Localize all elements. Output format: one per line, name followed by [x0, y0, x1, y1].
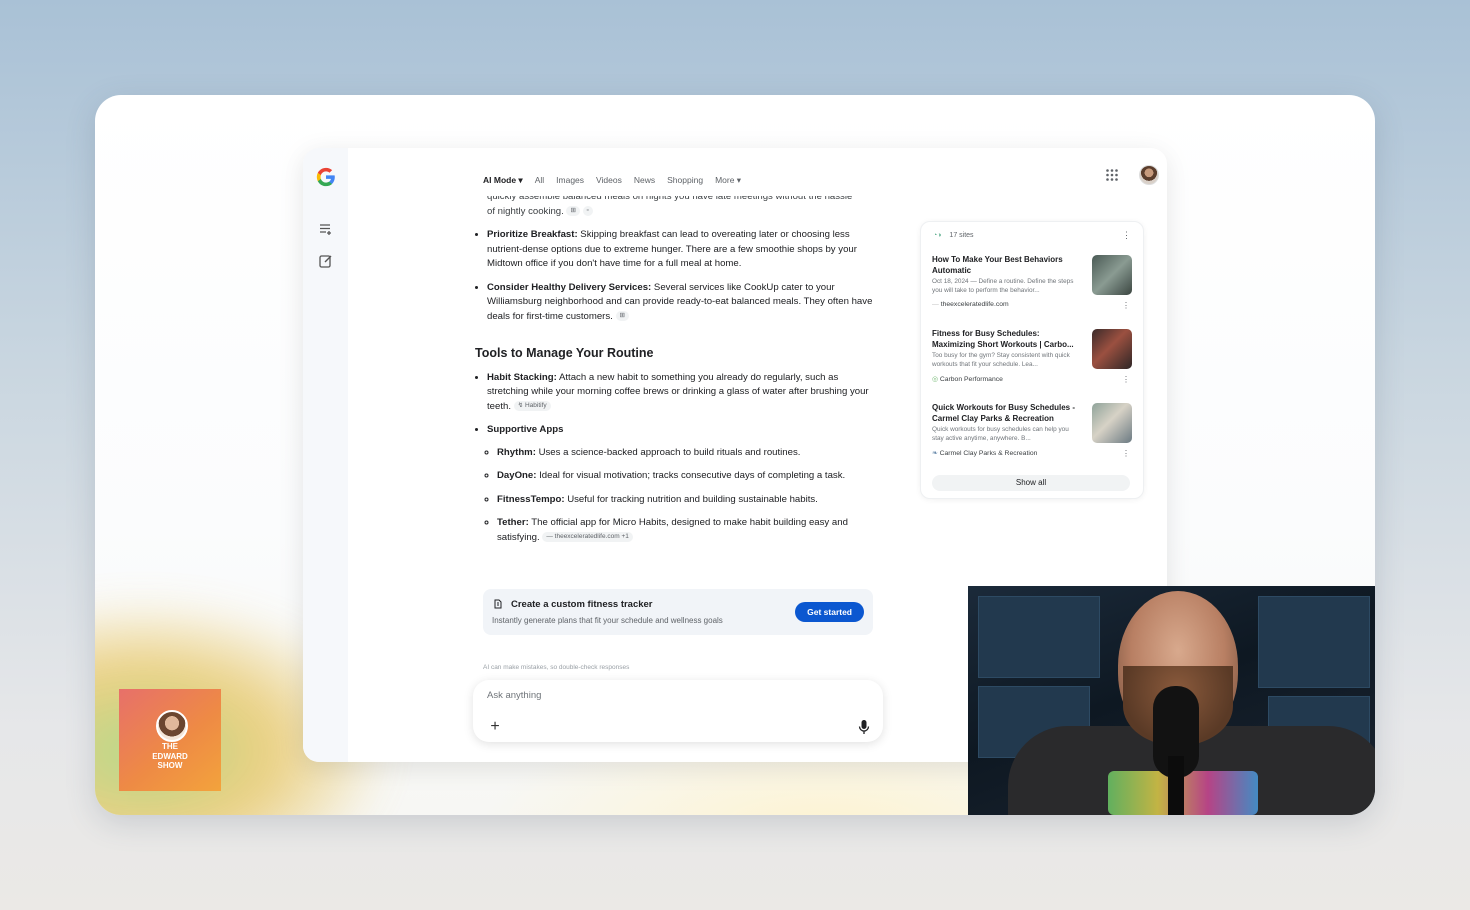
more-options-icon[interactable]: ⋮ [1122, 449, 1130, 458]
google-logo-icon[interactable] [315, 166, 337, 188]
app-item-rhythm: Rhythm: Uses a science-backed approach t… [497, 446, 875, 461]
show-all-button[interactable]: Show all [932, 475, 1130, 491]
tab-videos[interactable]: Videos [596, 175, 622, 185]
tab-all[interactable]: All [535, 175, 544, 185]
history-list-icon[interactable] [318, 221, 334, 237]
webcam-overlay [968, 586, 1375, 815]
list-item: Consider Healthy Delivery Services: Seve… [487, 281, 875, 325]
show-logo-badge: THE EDWARD SHOW [119, 689, 221, 791]
app-item-tether: Tether: The official app for Micro Habit… [497, 516, 875, 545]
source-chip-icon[interactable]: ⊞ [615, 310, 629, 321]
list-item: Habit Stacking: Attach a new habit to so… [487, 371, 875, 415]
more-options-icon[interactable]: ⋮ [1122, 301, 1130, 310]
ask-input[interactable]: Ask anything [487, 690, 541, 701]
tracker-subtitle: Instantly generate plans that fit your s… [492, 616, 723, 625]
tab-images[interactable]: Images [556, 175, 584, 185]
top-nav: AI Mode ▾ All Images Videos News Shoppin… [483, 172, 753, 188]
add-button[interactable]: + [485, 717, 505, 737]
stage: AI Mode ▾ All Images Videos News Shoppin… [95, 95, 1375, 815]
fitness-tracker-card: Create a custom fitness tracker Instantl… [483, 589, 873, 635]
tab-shopping[interactable]: Shopping [667, 175, 703, 185]
calendar-chip-icon[interactable]: ▫ [582, 205, 593, 216]
ask-input-box[interactable]: Ask anything + [473, 680, 883, 742]
more-options-icon[interactable]: ⋮ [1122, 230, 1131, 241]
source-thumbnail [1092, 403, 1132, 443]
answer-content: quickly assemble balanced meals on night… [475, 196, 875, 716]
left-sidebar [303, 148, 348, 762]
get-started-button[interactable]: Get started [795, 602, 864, 622]
tab-news[interactable]: News [634, 175, 655, 185]
mic-arm [1168, 756, 1184, 815]
source-item[interactable]: Fitness for Busy Schedules: Maximizing S… [932, 329, 1132, 399]
show-logo-text: THE EDWARD SHOW [152, 742, 188, 770]
source-chip[interactable]: ↯ Habitify [513, 400, 551, 411]
source-thumbnail [1092, 255, 1132, 295]
sources-panel: ◔◑ 17 sites ⋮ How To Make Your Best Beha… [920, 221, 1144, 499]
site-favicon-icon: ❧ [932, 450, 938, 457]
app-item-fitnesstempo: FitnessTempo: Useful for tracking nutrit… [497, 493, 875, 508]
disclaimer-text: AI can make mistakes, so double-check re… [483, 664, 630, 671]
background-monitor [1258, 596, 1370, 688]
source-chip-icon[interactable]: ⊞ [566, 205, 580, 216]
section-heading: Tools to Manage Your Routine [475, 346, 654, 360]
site-favicons-icon: ◔◑ [933, 232, 942, 239]
account-avatar[interactable] [1139, 165, 1159, 185]
sources-header: ◔◑ 17 sites [933, 232, 974, 239]
microphone-icon[interactable] [857, 719, 871, 735]
list-item: Supportive Apps Rhythm: Uses a science-b… [487, 423, 875, 545]
list-item: Prioritize Breakfast: Skipping breakfast… [487, 228, 875, 272]
source-chip[interactable]: — theexceleratedlife.com +1 [542, 531, 633, 542]
source-item[interactable]: How To Make Your Best Behaviors Automati… [932, 255, 1132, 325]
more-options-icon[interactable]: ⋮ [1122, 375, 1130, 384]
new-chat-icon[interactable] [318, 253, 334, 269]
host-avatar [156, 710, 188, 742]
app-item-dayone: DayOne: Ideal for visual motivation; tra… [497, 469, 875, 484]
tab-more[interactable]: More ▾ [715, 175, 741, 186]
source-thumbnail [1092, 329, 1132, 369]
tab-ai-mode[interactable]: AI Mode ▾ [483, 175, 523, 186]
site-favicon-icon: ◎ [932, 376, 938, 383]
apps-grid-icon[interactable] [1105, 168, 1119, 182]
background-monitor [978, 596, 1100, 678]
tracker-icon [494, 599, 502, 609]
site-favicon-icon: — [932, 301, 939, 308]
source-item[interactable]: Quick Workouts for Busy Schedules - Carm… [932, 403, 1132, 473]
apps-list: Rhythm: Uses a science-backed approach t… [487, 446, 875, 546]
tracker-title: Create a custom fitness tracker [511, 599, 653, 610]
intro-text: quickly assemble balanced meals on night… [487, 196, 853, 217]
